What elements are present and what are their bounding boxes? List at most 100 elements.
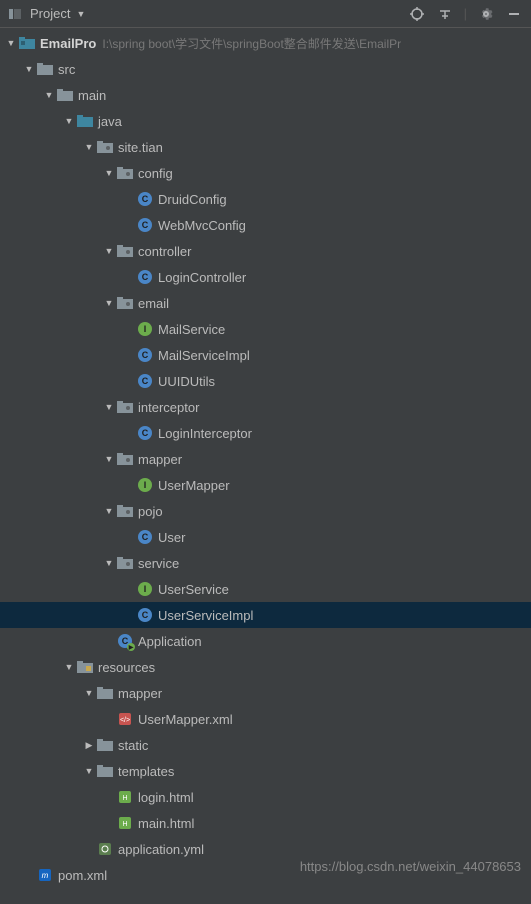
expand-arrow[interactable]: ▼ [62,116,76,126]
module-icon [18,34,36,52]
tree-interface-user-service[interactable]: ▼ I UserService [0,576,531,602]
root-path: I:\spring boot\学习文件\springBoot整合邮件发送\Ema… [102,35,401,52]
tree-file-login-html[interactable]: ▼ H login.html [0,784,531,810]
tree-class-login-interceptor[interactable]: ▼ C LoginInterceptor [0,420,531,446]
gear-icon[interactable] [477,5,495,23]
tree-interface-mail-service[interactable]: ▼ I MailService [0,316,531,342]
package-icon [116,164,134,182]
node-label: LoginController [158,270,246,285]
expand-arrow[interactable]: ▼ [102,246,116,256]
node-label: interceptor [138,400,199,415]
tree-package-config[interactable]: ▼ config [0,160,531,186]
tree-class-mail-service-impl[interactable]: ▼ C MailServiceImpl [0,342,531,368]
tree-root[interactable]: ▼ EmailPro I:\spring boot\学习文件\springBoo… [0,30,531,56]
tree-package-site-tian[interactable]: ▼ site.tian [0,134,531,160]
svg-text:</>: </> [120,717,130,724]
tree-folder-mapper[interactable]: ▼ mapper [0,680,531,706]
node-label: email [138,296,169,311]
node-label: config [138,166,173,181]
tree-package-interceptor[interactable]: ▼ interceptor [0,394,531,420]
project-label: Project [30,6,70,21]
svg-text:H: H [122,821,127,828]
hide-icon[interactable] [505,5,523,23]
expand-arrow[interactable]: ▼ [22,64,36,74]
project-tree: ▼ EmailPro I:\spring boot\学习文件\springBoo… [0,28,531,888]
expand-arrow[interactable]: ▶ [82,740,96,751]
expand-arrow[interactable]: ▼ [102,558,116,568]
node-label: src [58,62,75,77]
class-icon: C [136,268,154,286]
node-label: mapper [138,452,182,467]
tree-package-controller[interactable]: ▼ controller [0,238,531,264]
tree-folder-resources[interactable]: ▼ resources [0,654,531,680]
node-label: resources [98,660,155,675]
expand-arrow[interactable]: ▼ [42,90,56,100]
html-file-icon: H [116,788,134,806]
expand-arrow[interactable]: ▼ [102,298,116,308]
expand-arrow[interactable]: ▼ [102,454,116,464]
collapse-all-icon[interactable] [436,5,454,23]
expand-arrow[interactable]: ▼ [82,142,96,152]
tree-file-application-yml[interactable]: ▼ application.yml [0,836,531,862]
tree-class-druid-config[interactable]: ▼ C DruidConfig [0,186,531,212]
tree-class-user-service-impl[interactable]: ▼ C UserServiceImpl [0,602,531,628]
svg-text:H: H [122,795,127,802]
package-icon [116,554,134,572]
project-selector[interactable]: Project ▼ [8,6,408,21]
expand-arrow[interactable]: ▼ [102,402,116,412]
class-icon: C [136,372,154,390]
tree-folder-main[interactable]: ▼ main [0,82,531,108]
expand-arrow[interactable]: ▼ [102,168,116,178]
tree-folder-java[interactable]: ▼ java [0,108,531,134]
tree-class-login-controller[interactable]: ▼ C LoginController [0,264,531,290]
tree-folder-static[interactable]: ▶ static [0,732,531,758]
locate-icon[interactable] [408,5,426,23]
svg-text:m: m [42,871,49,880]
project-view-icon [8,7,22,21]
tree-interface-user-mapper[interactable]: ▼ I UserMapper [0,472,531,498]
folder-icon [96,762,114,780]
tree-class-uuid-utils[interactable]: ▼ C UUIDUtils [0,368,531,394]
class-icon: C [136,528,154,546]
expand-arrow[interactable]: ▼ [82,766,96,776]
folder-icon [96,684,114,702]
node-label: MailService [158,322,225,337]
root-name: EmailPro [40,36,96,51]
maven-icon: m [36,866,54,884]
dropdown-icon: ▼ [76,9,85,19]
class-icon: C [136,190,154,208]
class-icon: C [136,346,154,364]
tree-file-main-html[interactable]: ▼ H main.html [0,810,531,836]
tree-package-service[interactable]: ▼ service [0,550,531,576]
tree-package-mapper[interactable]: ▼ mapper [0,446,531,472]
node-label: pojo [138,504,163,519]
tree-package-pojo[interactable]: ▼ pojo [0,498,531,524]
node-label: mapper [118,686,162,701]
tree-class-user[interactable]: ▼ C User [0,524,531,550]
tree-class-webmvc-config[interactable]: ▼ C WebMvcConfig [0,212,531,238]
expand-arrow[interactable]: ▼ [4,38,18,48]
source-folder-icon [76,112,94,130]
node-label: UserServiceImpl [158,608,253,623]
expand-arrow[interactable]: ▼ [62,662,76,672]
node-label: templates [118,764,174,779]
package-icon [116,502,134,520]
node-label: Application [138,634,202,649]
tree-file-user-mapper-xml[interactable]: ▼ </> UserMapper.xml [0,706,531,732]
tree-package-email[interactable]: ▼ email [0,290,531,316]
expand-arrow[interactable]: ▼ [102,506,116,516]
tree-class-application[interactable]: ▼ C▶ Application [0,628,531,654]
folder-icon [36,60,54,78]
node-label: UserMapper.xml [138,712,233,727]
tree-folder-templates[interactable]: ▼ templates [0,758,531,784]
html-file-icon: H [116,814,134,832]
package-icon [96,138,114,156]
node-label: pom.xml [58,868,107,883]
tree-folder-src[interactable]: ▼ src [0,56,531,82]
folder-icon [56,86,74,104]
node-label: UUIDUtils [158,374,215,389]
expand-arrow[interactable]: ▼ [82,688,96,698]
project-toolbar: Project ▼ | [0,0,531,28]
yml-file-icon [96,840,114,858]
tree-file-pom-xml[interactable]: ▼ m pom.xml [0,862,531,888]
